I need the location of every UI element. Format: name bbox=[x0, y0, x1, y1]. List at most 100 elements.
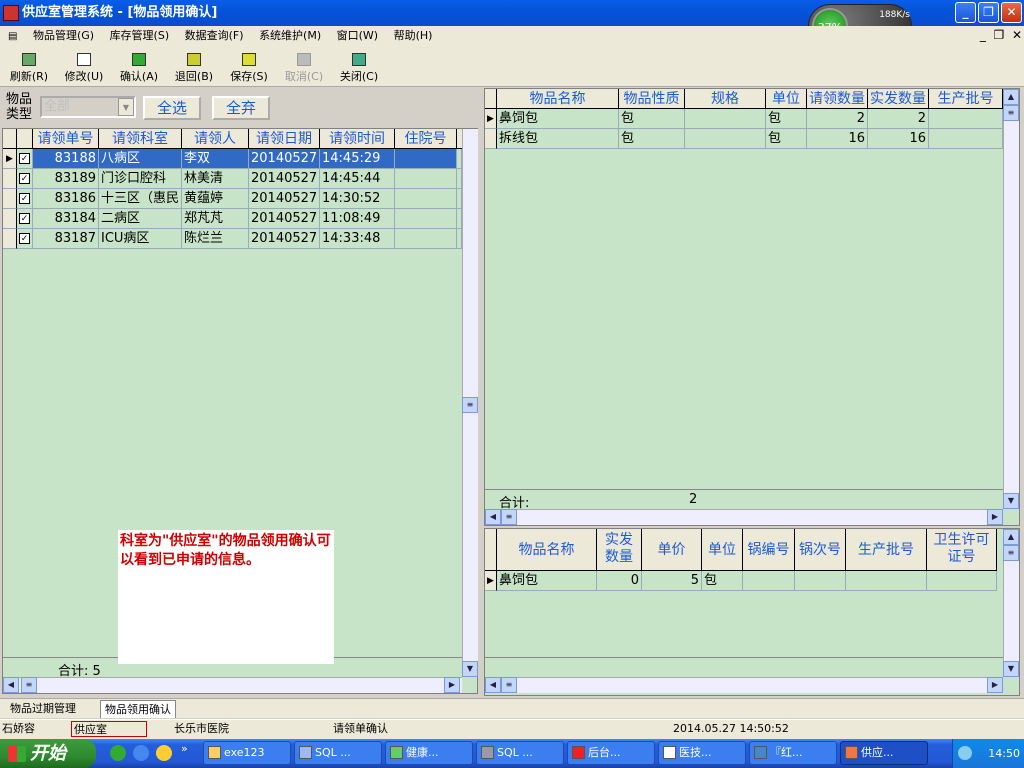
cell-dept[interactable]: 门诊口腔科 bbox=[99, 169, 182, 189]
chevron-right-icon[interactable]: ▶ bbox=[987, 509, 1003, 525]
col-header-request-no[interactable]: 请领单号 bbox=[33, 129, 99, 149]
menu-item-window[interactable]: 窗口(W) bbox=[333, 26, 382, 45]
cell-time[interactable]: 14:45:44 bbox=[320, 169, 395, 189]
col-header-date[interactable]: 请领日期 bbox=[249, 129, 320, 149]
cell-time[interactable]: 14:45:29 bbox=[320, 149, 395, 169]
menu-item-system[interactable]: 系统维护(M) bbox=[255, 26, 325, 45]
menu-item-help[interactable]: 帮助(H) bbox=[390, 26, 437, 45]
col-header-nature[interactable]: 物品性质 bbox=[619, 89, 685, 109]
cell-detail-name[interactable]: 鼻饲包 bbox=[497, 571, 597, 591]
row-checkbox-cell[interactable]: ✓ bbox=[17, 169, 33, 189]
cell-item-name[interactable]: 拆线包 bbox=[497, 129, 619, 149]
edit-button[interactable]: 修改(U) bbox=[59, 48, 109, 84]
cell-pot-no[interactable] bbox=[743, 571, 795, 591]
chevron-down-icon[interactable]: ▼ bbox=[462, 661, 478, 677]
task-red[interactable]: 『红... bbox=[749, 741, 837, 765]
menu-item-inventory[interactable]: 库存管理(S) bbox=[106, 26, 174, 45]
confirm-button[interactable]: 确认(A) bbox=[114, 48, 164, 84]
tray-expand-icon[interactable] bbox=[958, 746, 972, 760]
request-vscroll-thumb[interactable]: ≡ bbox=[462, 397, 478, 413]
col-header-pot-no[interactable]: 锅编号 bbox=[743, 529, 795, 571]
cell-detail-issued[interactable]: 0 bbox=[597, 571, 642, 591]
task-exe123[interactable]: exe123 bbox=[203, 741, 291, 765]
cell-request-no[interactable]: 83188 bbox=[33, 149, 99, 169]
detail-vscroll-thumb[interactable]: ≡ bbox=[1003, 545, 1019, 561]
cell-person[interactable]: 林美清 bbox=[182, 169, 249, 189]
col-header-detail-issued[interactable]: 实发 数量 bbox=[597, 529, 642, 571]
cell-admission[interactable] bbox=[395, 189, 457, 209]
cell-time[interactable]: 14:30:52 bbox=[320, 189, 395, 209]
col-header-price[interactable]: 单价 bbox=[642, 529, 702, 571]
chevron-left-icon[interactable]: ◀ bbox=[3, 677, 19, 693]
cell-admission[interactable] bbox=[395, 149, 457, 169]
col-header-person[interactable]: 请领人 bbox=[182, 129, 249, 149]
checkbox[interactable]: ✓ bbox=[19, 173, 30, 184]
cell-admission[interactable] bbox=[395, 209, 457, 229]
task-supply-room[interactable]: 供应... bbox=[840, 741, 928, 765]
cell-request-no[interactable]: 83189 bbox=[33, 169, 99, 189]
cell-person[interactable]: 黄蕴婷 bbox=[182, 189, 249, 209]
request-hscrollbar[interactable] bbox=[3, 677, 462, 693]
col-header-dept[interactable]: 请领科室 bbox=[99, 129, 182, 149]
row-checkbox-cell[interactable]: ✓ bbox=[17, 209, 33, 229]
cell-request-no[interactable]: 83187 bbox=[33, 229, 99, 249]
item-vscrollbar[interactable] bbox=[1003, 89, 1019, 509]
cell-date[interactable]: 20140527 bbox=[249, 189, 320, 209]
cell-unit[interactable]: 包 bbox=[766, 109, 807, 129]
checkbox[interactable]: ✓ bbox=[19, 193, 30, 204]
col-header-unit[interactable]: 单位 bbox=[766, 89, 807, 109]
quicklaunch-qq-icon[interactable] bbox=[156, 745, 172, 761]
deselect-all-button[interactable]: 全弃 bbox=[212, 96, 270, 120]
refresh-button[interactable]: 刷新(R) bbox=[4, 48, 54, 84]
col-header-pot-batch[interactable]: 锅次号 bbox=[795, 529, 846, 571]
cell-detail-unit[interactable]: 包 bbox=[702, 571, 743, 591]
cell-batch[interactable] bbox=[929, 129, 1003, 149]
chevron-down-icon[interactable]: ▼ bbox=[1003, 493, 1019, 509]
mdi-close-button[interactable]: ✕ bbox=[1012, 28, 1022, 42]
checkbox[interactable]: ✓ bbox=[19, 233, 30, 244]
cell-request-no[interactable]: 83184 bbox=[33, 209, 99, 229]
cell-batch[interactable] bbox=[929, 109, 1003, 129]
cell-dept[interactable]: 八病区 bbox=[99, 149, 182, 169]
cell-dept[interactable]: 二病区 bbox=[99, 209, 182, 229]
col-header-spec[interactable]: 规格 bbox=[685, 89, 766, 109]
row-checkbox-cell[interactable]: ✓ bbox=[17, 189, 33, 209]
minimize-button[interactable]: _ bbox=[955, 2, 976, 23]
task-medtech[interactable]: 医技... bbox=[658, 741, 746, 765]
cell-time[interactable]: 11:08:49 bbox=[320, 209, 395, 229]
chevron-up-icon[interactable]: ▲ bbox=[1003, 89, 1019, 105]
cell-person[interactable]: 李双 bbox=[182, 149, 249, 169]
cell-nature[interactable]: 包 bbox=[619, 129, 685, 149]
col-header-license[interactable]: 卫生许可 证号 bbox=[927, 529, 997, 571]
cell-req-qty[interactable]: 2 bbox=[807, 109, 868, 129]
cell-time[interactable]: 14:33:48 bbox=[320, 229, 395, 249]
cell-req-qty[interactable]: 16 bbox=[807, 129, 868, 149]
item-vscroll-thumb[interactable]: ≡ bbox=[1003, 105, 1019, 121]
mdi-restore-button[interactable]: ❐ bbox=[994, 28, 1005, 42]
quicklaunch-browser-icon[interactable] bbox=[110, 745, 126, 761]
item-hscroll-thumb[interactable]: ≡ bbox=[501, 509, 517, 525]
cell-item-name[interactable]: 鼻饲包 bbox=[497, 109, 619, 129]
cell-dept[interactable]: ICU病区 bbox=[99, 229, 182, 249]
cell-unit[interactable]: 包 bbox=[766, 129, 807, 149]
cell-person[interactable]: 陈烂兰 bbox=[182, 229, 249, 249]
detail-hscrollbar[interactable] bbox=[485, 677, 1003, 693]
cell-nature[interactable]: 包 bbox=[619, 109, 685, 129]
col-header-batch[interactable]: 生产批号 bbox=[929, 89, 1003, 109]
save-button[interactable]: 保存(S) bbox=[224, 48, 274, 84]
cell-detail-batch[interactable] bbox=[846, 571, 927, 591]
col-header-admission[interactable]: 住院号 bbox=[395, 129, 457, 149]
task-sql-2[interactable]: SQL ... bbox=[476, 741, 564, 765]
cell-pot-batch[interactable] bbox=[795, 571, 846, 591]
task-backend[interactable]: 后台... bbox=[567, 741, 655, 765]
col-header-detail-name[interactable]: 物品名称 bbox=[497, 529, 597, 571]
tab-requisition-confirm[interactable]: 物品领用确认 bbox=[100, 700, 176, 718]
item-hscrollbar[interactable] bbox=[485, 509, 1003, 525]
cell-spec[interactable] bbox=[685, 109, 766, 129]
cell-admission[interactable] bbox=[395, 169, 457, 189]
chevron-right-icon[interactable]: ▶ bbox=[987, 677, 1003, 693]
chevron-down-icon[interactable]: ▼ bbox=[118, 98, 134, 116]
cell-dept[interactable]: 十三区（惠民 bbox=[99, 189, 182, 209]
chevron-right-icon[interactable]: ▶ bbox=[444, 677, 460, 693]
cell-request-no[interactable]: 83186 bbox=[33, 189, 99, 209]
